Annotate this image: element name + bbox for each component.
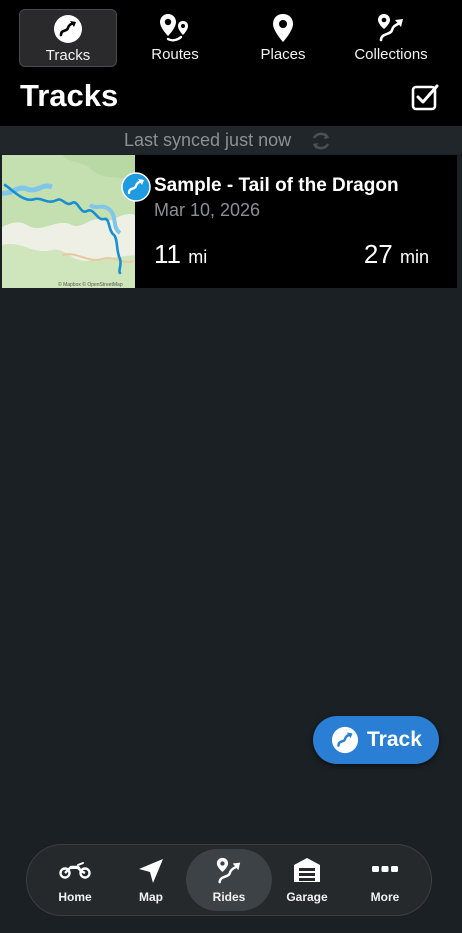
motorcycle-icon: [59, 862, 91, 879]
place-pin-icon: [273, 14, 293, 42]
tab-label: Collections: [354, 46, 428, 63]
page-title: Tracks: [20, 78, 119, 113]
track-duration: 27 min: [364, 239, 429, 270]
distance-value: 11: [154, 239, 181, 269]
garage-icon: [294, 858, 320, 882]
tab-label: Places: [260, 46, 306, 63]
start-track-label: Track: [367, 728, 422, 751]
track-arrow-icon: [54, 15, 82, 43]
nav-label: Garage: [286, 890, 328, 904]
track-name: Sample - Tail of the Dragon: [154, 175, 399, 196]
distance-unit: mi: [188, 247, 208, 267]
tab-collections[interactable]: Collections: [342, 9, 440, 67]
nav-label: More: [370, 890, 400, 904]
nav-label: Map: [139, 890, 163, 904]
tab-tracks[interactable]: Tracks: [19, 9, 117, 67]
track-map-thumbnail: © Mapbox © OpenStreetMap: [2, 155, 135, 288]
duration-value: 27: [363, 239, 393, 269]
track-date: Mar 10, 2026: [154, 200, 261, 220]
nav-label: Rides: [212, 890, 246, 904]
route-pins-icon: [160, 14, 188, 42]
nav-rides[interactable]: Rides: [186, 849, 272, 911]
bottom-nav: Home Map Rides Garage More: [26, 844, 432, 916]
nav-more[interactable]: More: [342, 849, 428, 911]
track-distance: 11 mi: [154, 239, 207, 270]
tab-places[interactable]: Places: [234, 9, 332, 67]
track-card[interactable]: © Mapbox © OpenStreetMap Sample - Tail o…: [2, 155, 457, 288]
more-dots-icon: [372, 866, 398, 872]
track-badge-icon: [121, 172, 151, 202]
sync-icon[interactable]: [310, 130, 332, 152]
tab-routes[interactable]: Routes: [126, 9, 224, 67]
nav-home[interactable]: Home: [32, 849, 118, 911]
nav-map[interactable]: Map: [108, 849, 194, 911]
duration-unit: min: [399, 247, 429, 267]
nav-garage[interactable]: Garage: [264, 849, 350, 911]
tab-label: Routes: [151, 46, 199, 63]
route-icon: [216, 857, 241, 884]
track-arrow-icon: [331, 726, 359, 754]
header: Tracks Routes Places Collections Tracks: [0, 0, 462, 126]
start-track-button[interactable]: Track: [313, 716, 439, 764]
nav-label: Home: [58, 890, 92, 904]
sync-status: Last synced just now: [0, 126, 462, 154]
navigation-arrow-icon: [139, 859, 163, 883]
sync-text: Last synced just now: [124, 130, 292, 150]
checkbox-checked-icon[interactable]: [410, 82, 440, 112]
segment-tabs: Tracks Routes Places Collections: [0, 0, 462, 72]
collection-route-icon: [378, 14, 403, 42]
map-attribution: © Mapbox © OpenStreetMap: [58, 281, 123, 288]
tab-label: Tracks: [45, 47, 91, 64]
